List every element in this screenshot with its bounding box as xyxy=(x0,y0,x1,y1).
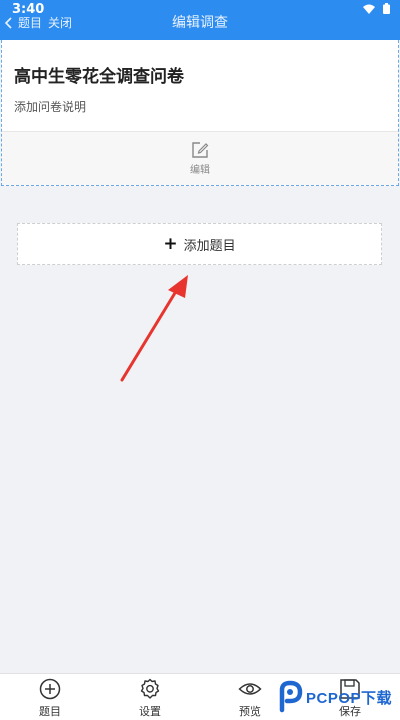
app-header: 3:40 题目 关闭 编辑调查 xyxy=(0,0,400,40)
gear-icon xyxy=(140,678,160,699)
annotation-arrow-icon xyxy=(120,275,188,382)
edit-icon xyxy=(192,142,209,158)
plus-icon: + xyxy=(163,233,178,254)
edit-button[interactable]: 编辑 xyxy=(2,132,398,185)
edit-label: 编辑 xyxy=(190,165,210,176)
watermark: PCPOP下载 xyxy=(274,680,392,714)
page-title: 编辑调查 xyxy=(172,15,228,31)
survey-card[interactable]: 高中生零花全调查问卷 添加问卷说明 编辑 xyxy=(1,40,399,186)
tab-questions-label: 题目 xyxy=(39,705,61,718)
tab-questions[interactable]: 题目 xyxy=(20,678,80,719)
survey-description[interactable]: 添加问卷说明 xyxy=(14,98,86,115)
tab-preview[interactable]: 预览 xyxy=(220,678,280,719)
tab-preview-label: 预览 xyxy=(239,705,261,718)
eye-icon xyxy=(238,683,262,695)
tab-settings[interactable]: 设置 xyxy=(120,678,180,719)
tab-settings-label: 设置 xyxy=(139,705,161,718)
pcpop-logo-icon xyxy=(279,680,303,713)
watermark-text: PCPOP下载 xyxy=(306,689,393,707)
survey-title[interactable]: 高中生零花全调查问卷 xyxy=(14,62,184,87)
plus-circle-icon xyxy=(39,678,61,700)
add-question-button[interactable]: + 添加题目 xyxy=(17,223,382,265)
add-question-label: 添加题目 xyxy=(183,238,236,254)
